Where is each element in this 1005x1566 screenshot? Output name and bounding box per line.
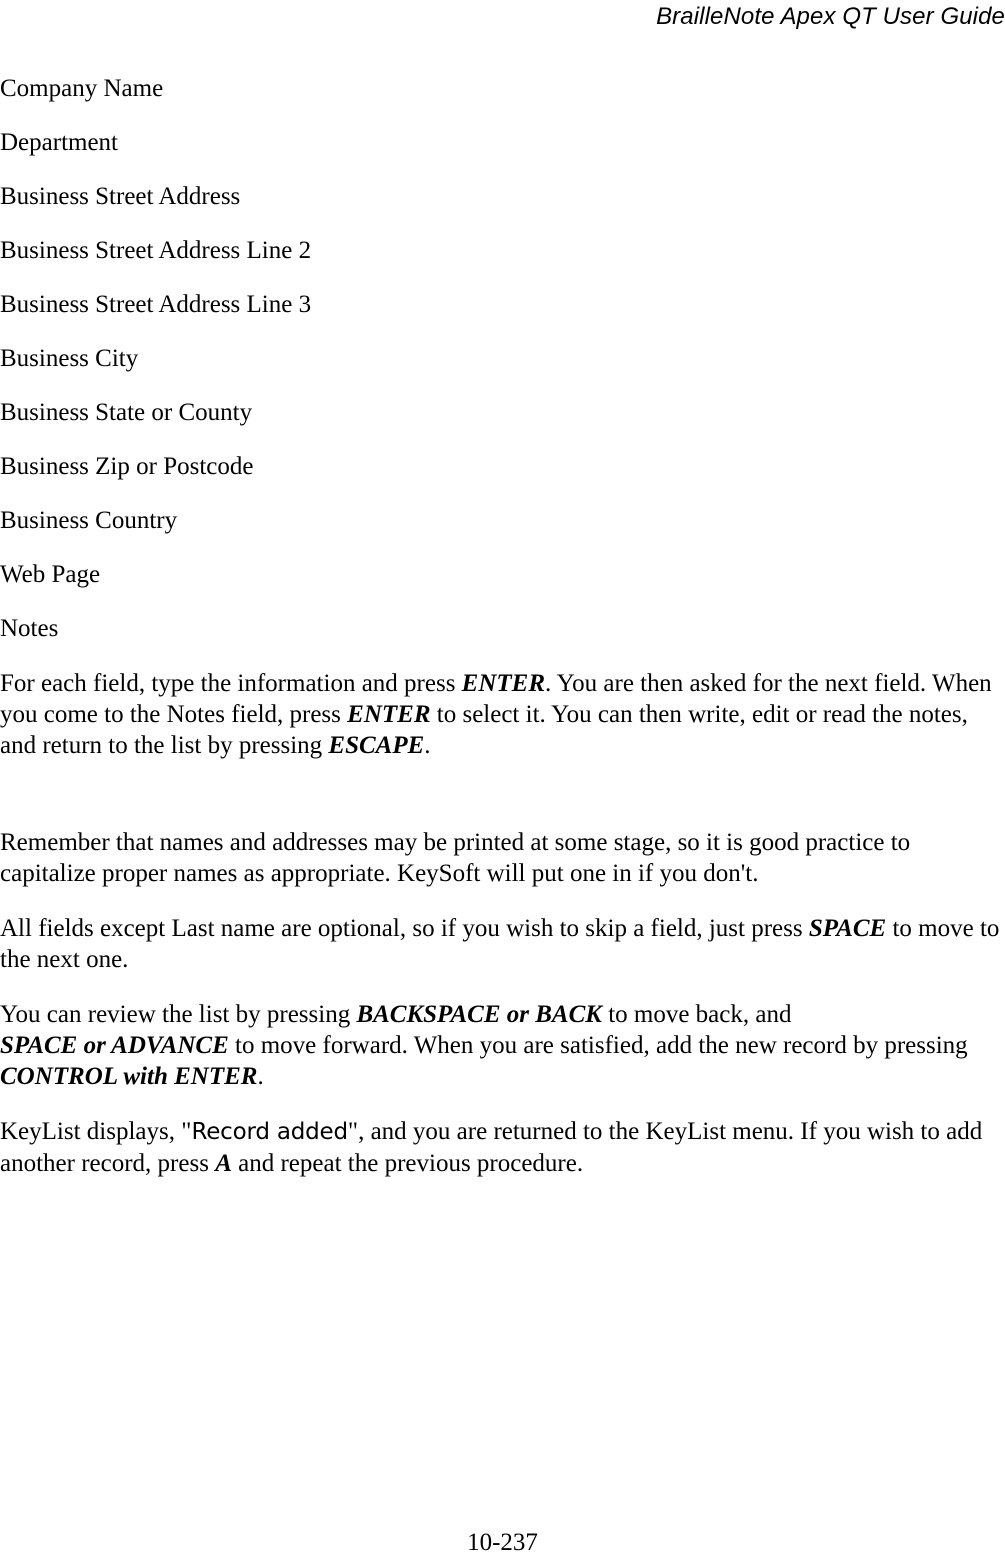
field-list-item: Business Street Address Line 2 xyxy=(0,237,312,264)
device-display-record-added: Record added xyxy=(191,1119,348,1145)
field-list-item: Business City xyxy=(0,345,139,372)
paragraph-capitalization-note: Remember that names and addresses may be… xyxy=(0,827,1002,889)
field-list-item: Business Country xyxy=(0,507,178,534)
document-body: Company Name Department Business Street … xyxy=(0,74,1005,1203)
field-list-item: Business Street Address Line 3 xyxy=(0,291,312,318)
text-run: KeyList displays, " xyxy=(0,1118,192,1145)
text-run: to move back, and xyxy=(601,1001,792,1028)
field-list-item: Web Page xyxy=(0,561,101,588)
key-name-control-with-enter: CONTROL with ENTER xyxy=(0,1063,258,1090)
paragraph-record-added: KeyList displays, "Record added", and yo… xyxy=(0,1116,1002,1179)
key-name-escape: ESCAPE xyxy=(328,732,425,759)
document-page: BrailleNote Apex QT User Guide Company N… xyxy=(0,0,1005,1566)
field-list-item: Business State or County xyxy=(0,399,253,426)
key-name-enter: ENTER xyxy=(461,670,546,697)
text-run: . xyxy=(424,732,431,759)
paragraph-entry-instructions: For each field, type the information and… xyxy=(0,668,1002,761)
key-name-enter: ENTER xyxy=(347,701,431,728)
key-name-a: A xyxy=(215,1150,232,1177)
text-run: For each field, type the information and… xyxy=(0,670,462,697)
key-name-backspace-or-back: BACKSPACE or BACK xyxy=(356,1001,602,1028)
text-run: and repeat the previous procedure. xyxy=(231,1150,584,1177)
paragraph-optional-fields: All fields except Last name are optional… xyxy=(0,913,1002,975)
text-run: You can review the list by pressing xyxy=(0,1001,357,1028)
paragraph-review-list: You can review the list by pressing BACK… xyxy=(0,999,1002,1092)
page-number: 10-237 xyxy=(467,1529,538,1556)
text-run: . xyxy=(257,1063,264,1090)
running-header: BrailleNote Apex QT User Guide xyxy=(656,3,1005,30)
field-list-item: Department xyxy=(0,129,119,156)
field-list-item: Business Street Address xyxy=(0,183,241,210)
text-run: All fields except Last name are optional… xyxy=(0,915,809,942)
text-run: to move forward. When you are satisfied,… xyxy=(228,1032,968,1059)
text-run: Remember that names and addresses may be… xyxy=(0,829,911,887)
field-list-item: Business Zip or Postcode xyxy=(0,453,254,480)
key-name-space-or-advance: SPACE or ADVANCE xyxy=(0,1032,229,1059)
key-name-space: SPACE xyxy=(808,915,887,942)
field-list-item: Notes xyxy=(0,615,59,642)
field-list-item: Company Name xyxy=(0,75,164,102)
